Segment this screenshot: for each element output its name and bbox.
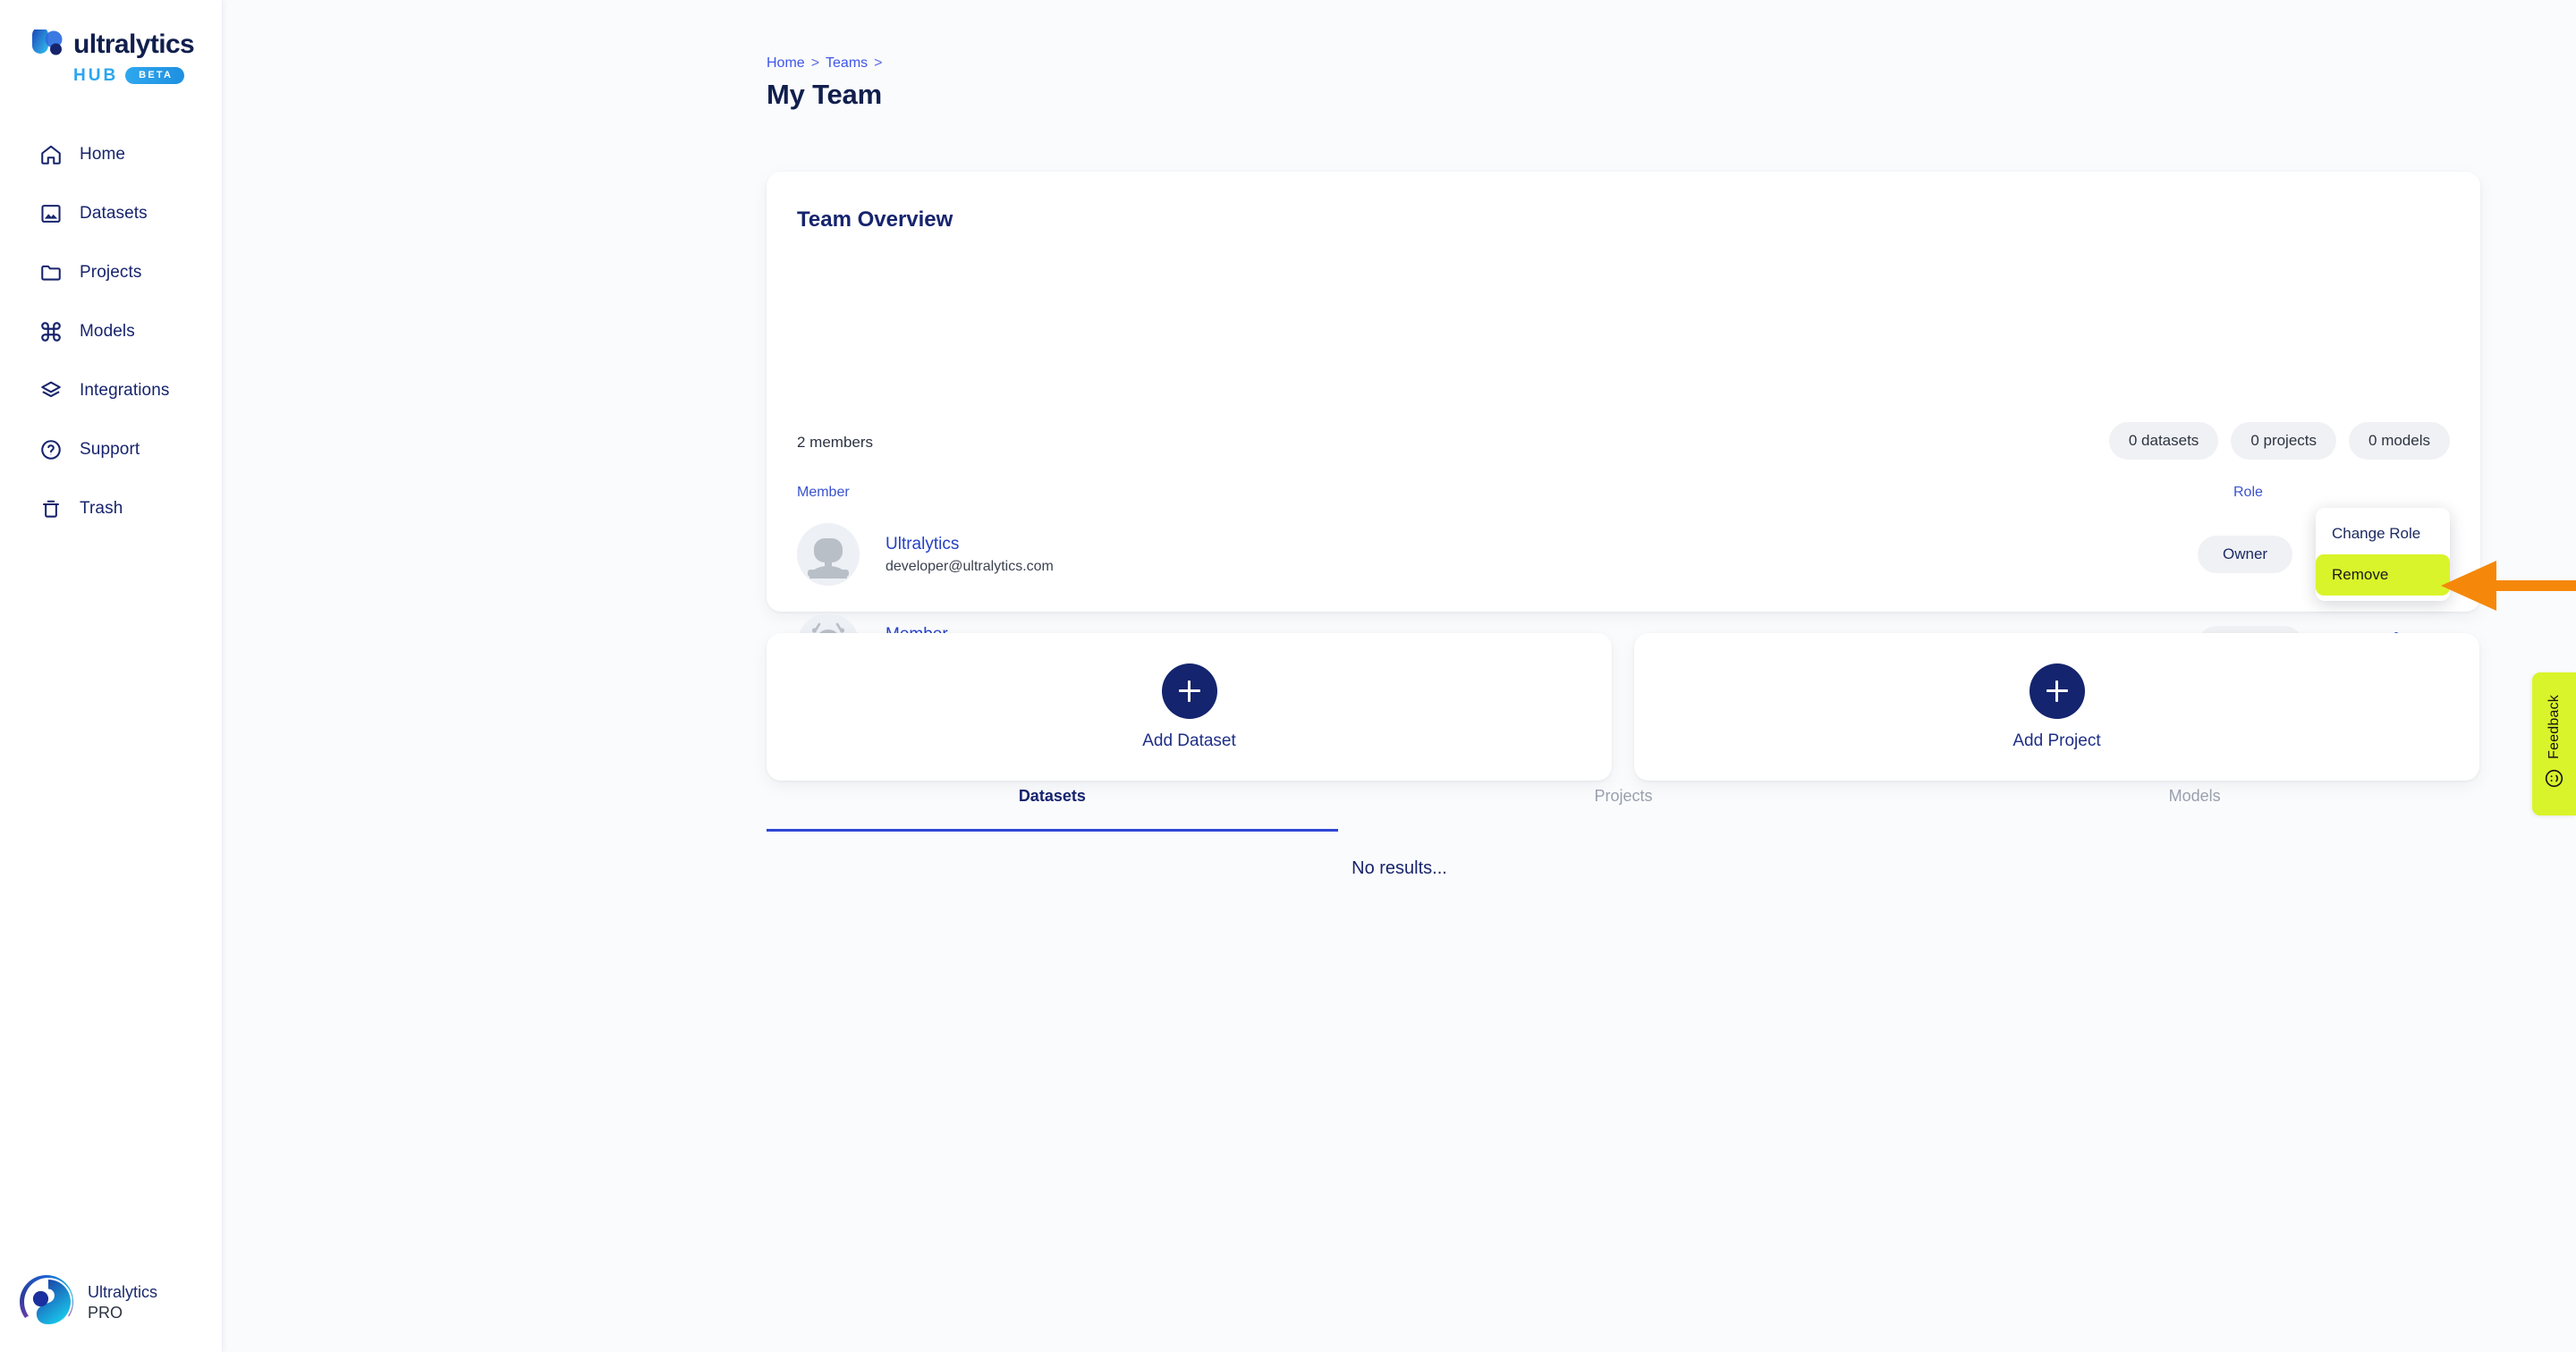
add-project-card[interactable]: Add Project [1634,633,2479,781]
trash-icon [39,497,63,520]
image-icon [39,202,63,225]
sidebar-item-label: Projects [80,263,142,282]
empty-state-message: No results... [1352,858,1447,878]
sidebar: ultralytics HUB BETA Home Datasets Proje… [0,0,223,1352]
sidebar-item-label: Home [80,145,126,164]
profile-name: Ultralytics [88,1282,158,1301]
page-title: My Team [767,79,882,110]
chip-datasets[interactable]: 0 datasets [2108,422,2219,460]
menu-item-change-role[interactable]: Change Role [2316,513,2450,554]
folder-icon [39,261,63,284]
feedback-label: Feedback [2546,695,2562,759]
logo-subtitle: HUB BETA [73,67,199,84]
logo-row: ultralytics [30,27,199,60]
sidebar-item-label: Datasets [80,204,148,223]
sidebar-item-label: Support [80,440,140,459]
add-dataset-card[interactable]: Add Dataset [767,633,1612,781]
tab-projects[interactable]: Projects [1338,787,1910,832]
sidebar-item-support[interactable]: Support [0,420,223,479]
sidebar-item-models[interactable]: Models [0,302,223,361]
members-count: 2 members [797,434,874,451]
column-header-member: Member [797,485,850,500]
sidebar-item-label: Trash [80,499,123,518]
add-project-inner[interactable]: Add Project [1634,633,2479,781]
app-root: ultralytics HUB BETA Home Datasets Proje… [0,0,2576,1352]
member-name[interactable]: Ultralytics [886,536,1054,553]
breadcrumb-separator: > [810,55,820,71]
tab-models[interactable]: Models [1909,787,2480,832]
breadcrumb-separator: > [874,55,883,71]
menu-item-remove[interactable]: Remove [2316,554,2450,596]
layers-icon [39,379,63,402]
stat-chips: 0 datasets 0 projects 0 models [2108,422,2450,460]
team-overview-card: Team Overview 2 members 0 datasets 0 pro… [767,172,2480,676]
plus-icon [2029,663,2085,719]
command-icon [39,320,63,343]
profile-text: Ultralytics PRO [88,1284,157,1321]
main-content: Home > Teams > My Team Team Overview 2 m… [223,0,2576,1352]
sidebar-item-home[interactable]: Home [0,125,223,184]
table-row: Ultralytics developer@ultralytics.com Ow… [792,516,2455,593]
avatar [20,1275,74,1331]
plus-icon [1161,663,1217,719]
status-badge: Owner [2198,536,2293,573]
column-header-role: Role [2233,485,2263,500]
add-dataset-inner[interactable]: Add Dataset [767,633,1612,781]
logo-hub-text: HUB [73,66,119,85]
sidebar-item-label: Models [80,322,135,341]
content-tabs: Datasets Projects Models [767,787,2480,832]
chip-models[interactable]: 0 models [2349,422,2450,460]
tab-datasets[interactable]: Datasets [767,787,1338,832]
logo-wordmark: ultralytics [73,30,195,59]
sidebar-item-datasets[interactable]: Datasets [0,184,223,243]
app-logo[interactable]: ultralytics HUB BETA [30,27,199,89]
member-info: Ultralytics developer@ultralytics.com [886,536,1054,574]
member-email: developer@ultralytics.com [886,558,1054,574]
member-context-menu: Change Role Remove [2316,508,2450,601]
sidebar-item-integrations[interactable]: Integrations [0,361,223,420]
add-dataset-label: Add Dataset [1142,731,1236,750]
robot-avatar [797,523,860,586]
home-icon [39,143,63,166]
ultralytics-logo-icon [30,27,65,60]
chip-projects[interactable]: 0 projects [2231,422,2337,460]
sidebar-item-label: Integrations [80,381,170,400]
breadcrumb: Home > Teams > [767,55,883,72]
breadcrumb-item-home[interactable]: Home [767,55,805,72]
breadcrumb-item-teams[interactable]: Teams [826,55,868,72]
sidebar-nav: Home Datasets Projects Models Integratio… [0,125,223,538]
beta-badge: BETA [125,67,185,84]
sidebar-item-projects[interactable]: Projects [0,243,223,302]
smiley-icon [2544,768,2564,793]
add-project-label: Add Project [2012,731,2101,750]
question-circle-icon [39,438,63,461]
profile-plan: PRO [88,1303,123,1322]
sidebar-item-trash[interactable]: Trash [0,479,223,538]
feedback-tab[interactable]: Feedback [2532,672,2576,815]
user-profile[interactable]: Ultralytics PRO [20,1275,157,1331]
card-title: Team Overview [797,207,953,232]
